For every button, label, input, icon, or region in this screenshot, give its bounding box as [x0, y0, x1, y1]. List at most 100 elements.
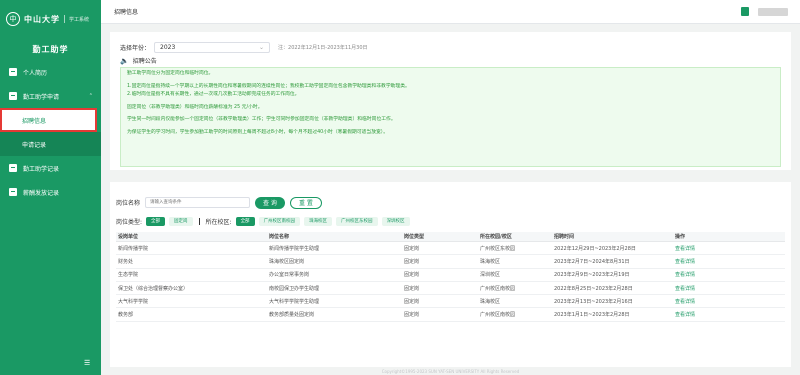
campus-filter-label: 所在校区:: [205, 218, 232, 226]
sidebar-item-salary-records[interactable]: 薪酬发放记录: [0, 180, 101, 204]
year-filter: 选择年份： 2023 ⌄ 注：2022年12月1日-2023年11月30日: [120, 41, 781, 53]
system-name: 学工系统: [69, 16, 90, 23]
user-icon: [9, 68, 17, 76]
reset-button[interactable]: 重 置: [289, 196, 322, 209]
table-cell: 大气科学学院: [118, 298, 149, 305]
user-name-redacted: [758, 7, 788, 16]
column-header: 岗位名称: [269, 234, 290, 240]
announcement-header: 🔈 招聘公告: [120, 56, 781, 66]
view-details-link[interactable]: 查看详情: [675, 298, 787, 305]
announcement-title: 招聘公告: [132, 58, 157, 65]
campus-tag-zhuhai[interactable]: 珠海校区: [304, 216, 333, 226]
announcement-line: 勤工助学岗位分为固定岗位和临时岗位。: [127, 71, 214, 76]
table-row: 保卫处（综合治理督察办公室） 南校园保卫办学生助理 固定岗 广州校区南校园 20…: [116, 282, 787, 296]
sidebar-item-work-records[interactable]: 勤工助学记录: [0, 156, 101, 180]
announcement-line: 为保证学生的学习时间，学生参加勤工助学的时间原则上每周不超过8小时，每个月不超过…: [127, 130, 388, 136]
sidebar-header: 中 中山大学 学工系统: [0, 0, 101, 38]
table-cell: 财务处: [118, 258, 134, 265]
view-details-link[interactable]: 查看详情: [675, 285, 787, 292]
table-cell: 固定岗: [404, 245, 420, 252]
top-bar: 招聘信息: [101, 0, 800, 24]
table-cell: 2022年12月29日~2023年2月28日: [554, 245, 636, 252]
table-cell: 珠海校区: [480, 298, 501, 305]
chevron-down-icon: ⌄: [258, 43, 265, 51]
table-cell: 2023年2月13日~2023年2月16日: [554, 298, 633, 305]
table-row: 财务处 珠海校区固定岗 固定岗 珠海校区 2023年2月7日~2024年8月31…: [116, 255, 787, 269]
campus-tag-all[interactable]: 全部: [235, 216, 255, 226]
collapse-menu-icon[interactable]: ☰: [84, 359, 90, 367]
table-row: 大气科学学院 大气科学学院学生助理 固定岗 珠海校区 2023年2月13日~20…: [116, 295, 787, 309]
column-header: 招聘时间: [554, 234, 575, 240]
table-cell: 教务部质量处固定岗: [269, 312, 315, 319]
year-label: 选择年份：: [120, 44, 151, 52]
header-divider: [64, 15, 65, 23]
table-cell: 南校园保卫办学生助理: [269, 285, 320, 292]
campus-tag-shenzhen[interactable]: 深圳校区: [381, 216, 410, 226]
table-cell: 新闻传播学院: [118, 245, 149, 252]
table-cell: 2023年2月9日~2023年2月19日: [554, 272, 630, 279]
table-cell: 固定岗: [404, 285, 420, 292]
sidebar-item-label: 勤工助学申请: [23, 93, 60, 101]
column-header: 操作: [675, 234, 686, 240]
salary-icon: [9, 188, 17, 196]
sidebar-item-apply[interactable]: 勤工助学申请 ⌃: [0, 84, 101, 108]
table-cell: 生态学院: [118, 272, 139, 279]
module-title: 勤工助学: [32, 44, 69, 54]
sidebar-item-recruitment-info[interactable]: 招聘信息: [0, 108, 97, 132]
sidebar-item-label: 勤工助学记录: [23, 165, 60, 173]
filter-divider: [198, 217, 200, 225]
record-icon: [9, 164, 17, 172]
type-tag-fixed[interactable]: 固定岗: [169, 216, 193, 226]
year-range-note: 注：2022年12月1日-2023年11月30日: [278, 44, 368, 51]
type-tag-all[interactable]: 全部: [146, 216, 166, 226]
university-logo-icon: 中: [6, 12, 20, 26]
sidebar-item-application-records[interactable]: 申请记录: [0, 132, 101, 156]
table-cell: 保卫处（综合治理督察办公室）: [118, 285, 189, 292]
table-cell: 深圳校区: [480, 272, 501, 279]
table-cell: 广州校区东校园: [480, 245, 516, 252]
user-area[interactable]: [741, 7, 788, 16]
view-details-link[interactable]: 查看详情: [675, 311, 787, 318]
view-details-link[interactable]: 查看详情: [675, 271, 787, 278]
table-cell: 固定岗: [404, 258, 420, 265]
school-name: 中山大学: [24, 13, 60, 24]
table-row: 生态学院 办公室日常事务岗 固定岗 深圳校区 2023年2月9日~2023年2月…: [116, 269, 785, 282]
job-list-panel: 岗位名称 查 询 重 置 岗位类型: 全部 固定岗 所在校区: 全部 广州校区南…: [110, 182, 791, 367]
year-select[interactable]: 2023 ⌄: [154, 41, 271, 53]
table-cell: 2023年1月1日~2023年2月28日: [554, 312, 630, 319]
table-cell: 固定岗: [404, 312, 420, 319]
table-cell: 教务部: [118, 312, 134, 319]
sidebar-item-label: 个人简历: [23, 69, 48, 77]
user-avatar-icon[interactable]: [741, 7, 749, 16]
table-row: 新闻传播学院 新闻传播学院学生助理 固定岗 广州校区东校园 2022年12月29…: [116, 242, 787, 256]
filter-tags: 岗位类型: 全部 固定岗 所在校区: 全部 广州校区南校园 珠海校区 广州校区东…: [116, 216, 785, 226]
table-cell: 大气科学学院学生助理: [269, 298, 320, 305]
job-table: 设岗单位 岗位名称 岗位类型 所在校园/校区 招聘时间 操作 新闻传播学院 新闻…: [116, 232, 785, 322]
sidebar-item-label: 薪酬发放记录: [23, 189, 60, 197]
announcement-line: 学生同一时间段内仅能参加一个固定岗位（非教学助理类）工作；学生可同时参加固定岗位…: [127, 117, 396, 123]
query-button[interactable]: 查 询: [255, 196, 285, 209]
announcement-line: 固定岗位（非教学助理类）和临时岗位薪酬标准为 25 元/小时。: [127, 104, 263, 110]
announcement-box: 勤工助学岗位分为固定岗位和临时岗位。 1.固定岗位是指持续一个学期以上的长期性岗…: [120, 67, 781, 167]
search-input[interactable]: [145, 197, 251, 208]
chevron-up-icon: ⌃: [88, 93, 93, 99]
column-header: 设岗单位: [118, 234, 139, 240]
view-details-link[interactable]: 查看详情: [675, 258, 787, 265]
speaker-icon: 🔈: [120, 56, 129, 65]
table-cell: 2022年8月25日~2023年2月28日: [554, 285, 633, 292]
campus-tag-east[interactable]: 广州校区东校园: [336, 216, 378, 226]
query-label: 查 询: [263, 200, 277, 207]
sidebar: 中 中山大学 学工系统 勤工助学 个人简历 勤工助学申请 ⌃ 招聘信息 申请记录…: [0, 0, 101, 375]
apply-icon: [9, 92, 17, 100]
view-details-link[interactable]: 查看详情: [675, 245, 787, 252]
footer-copyright: Copyright©1995-2023 SUN YAT-SEN UNIVERSI…: [381, 369, 520, 374]
page-title: 招聘信息: [114, 9, 139, 16]
year-value: 2023: [160, 43, 176, 51]
campus-tag-south[interactable]: 广州校区南校园: [258, 216, 301, 226]
table-cell: 新闻传播学院学生助理: [269, 245, 320, 252]
announcement-panel: 选择年份： 2023 ⌄ 注：2022年12月1日-2023年11月30日 🔈 …: [110, 32, 791, 170]
table-row: 教务部 教务部质量处固定岗 固定岗 广州校区南校园 2023年1月1日~2023…: [116, 308, 787, 322]
announcement-line: 1.固定岗位是指持续一个学期以上的长期性岗位和寒暑假期间的连续性岗位；我校勤工助…: [127, 83, 410, 89]
sidebar-item-resume[interactable]: 个人简历: [0, 60, 101, 84]
table-header: 设岗单位 岗位名称 岗位类型 所在校园/校区 招聘时间 操作: [116, 232, 785, 242]
